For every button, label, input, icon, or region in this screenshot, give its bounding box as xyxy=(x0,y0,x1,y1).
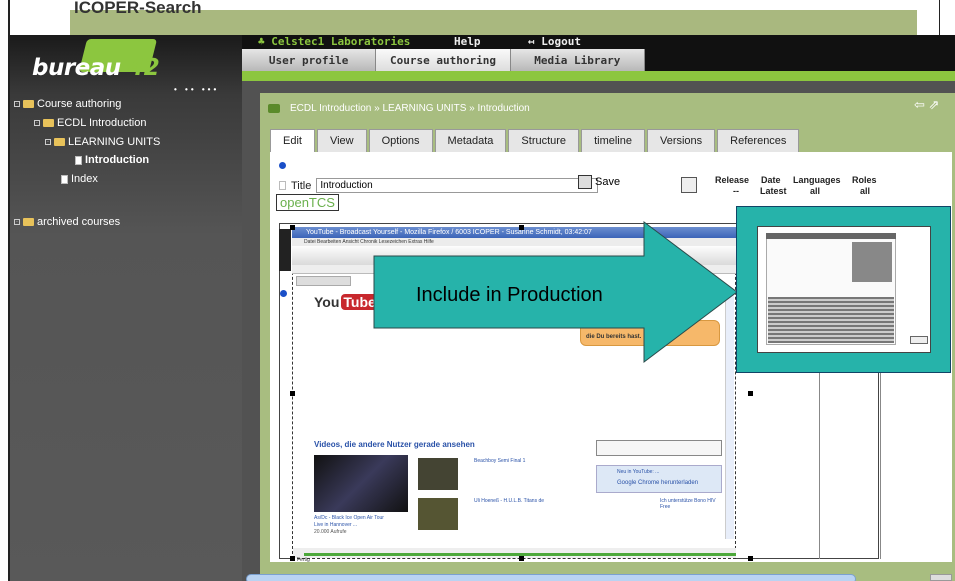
preview-header xyxy=(766,233,896,239)
callout-text: Include in Production xyxy=(416,284,603,306)
horizontal-scrollbar[interactable] xyxy=(246,574,856,581)
preview-button xyxy=(910,336,928,344)
screenshot-stage: ICOPER-Search bureau 42 • •• ••• - Course… xyxy=(0,0,955,581)
scroll-arrows[interactable] xyxy=(930,574,952,581)
preview-image xyxy=(852,242,892,282)
preview-table xyxy=(768,297,894,343)
